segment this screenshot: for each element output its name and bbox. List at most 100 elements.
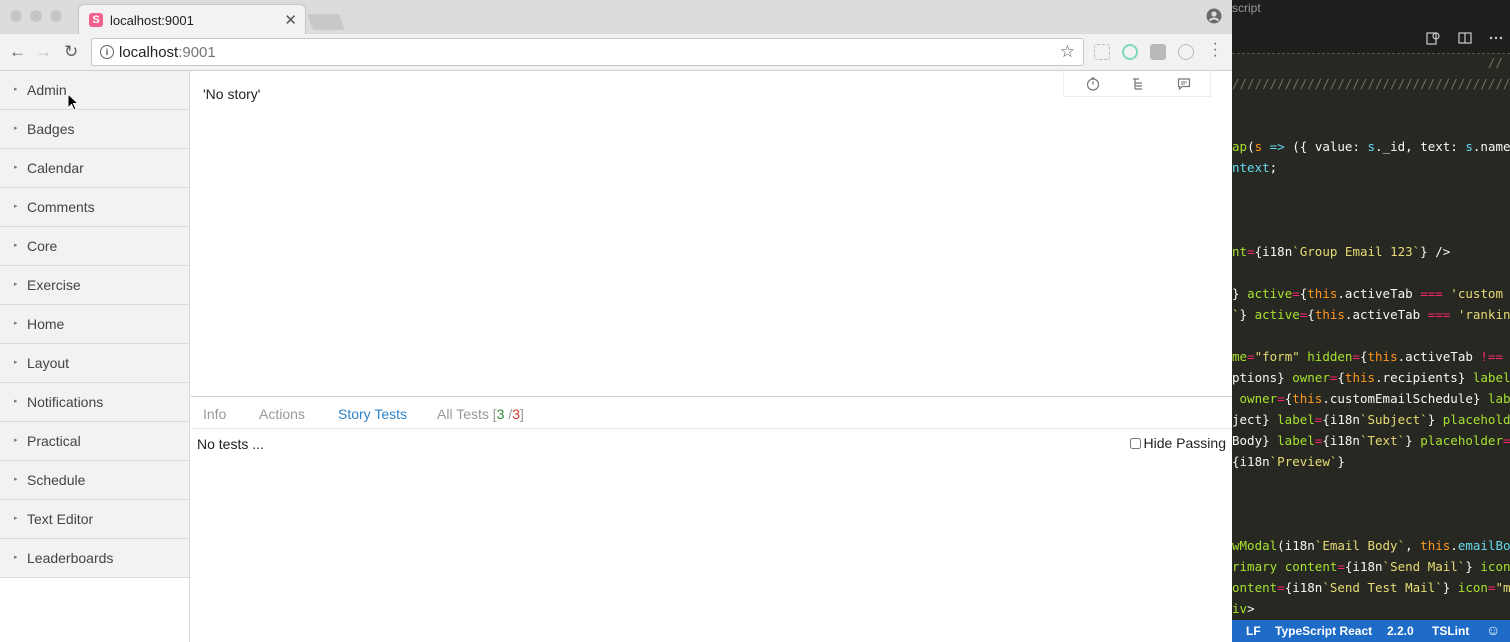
- tab-all-tests[interactable]: All Tests [3 /3]: [437, 406, 524, 422]
- more-actions-icon[interactable]: [1488, 30, 1504, 46]
- comment-icon[interactable]: [1177, 77, 1191, 91]
- split-editor-icon[interactable]: [1457, 30, 1473, 46]
- story-kind-schedule[interactable]: ▸ Schedule: [0, 461, 189, 500]
- story-kind-notifications[interactable]: ▸ Notifications: [0, 383, 189, 422]
- browser-menu-icon[interactable]: · · ·: [1213, 36, 1218, 64]
- code-line: ap(s => ({ value: s._id, text: s.name: [1232, 139, 1510, 154]
- tab-title: localhost:9001: [110, 13, 194, 28]
- status-bar: LF TypeScript React 2.2.0 TSLint ☺: [1232, 620, 1510, 642]
- addon-panel-tabs: Info Actions Story Tests All Tests [3 /3…: [191, 397, 1232, 429]
- story-kind-label: Comments: [27, 199, 95, 215]
- hide-passing-checkbox[interactable]: [1129, 438, 1141, 449]
- extension-icon[interactable]: [1094, 44, 1110, 60]
- story-kind-admin[interactable]: ▸ Admin: [0, 71, 189, 110]
- browser-tab[interactable]: S localhost:9001 ✕: [78, 4, 306, 36]
- story-kind-list: ▸ Admin ▸ Badges ▸ Calendar ▸ Comments ▸ Core ▸ Exe…: [0, 71, 189, 578]
- react-devtools-icon[interactable]: [1122, 44, 1138, 60]
- extension-icon[interactable]: [1150, 44, 1166, 60]
- component-tree-icon[interactable]: [1131, 77, 1145, 91]
- story-kind-label: Schedule: [27, 472, 86, 488]
- story-kind-text-editor[interactable]: ▸ Text Editor: [0, 500, 189, 539]
- code-line: ontent={i18n`Send Test Mail`} icon="m: [1232, 580, 1510, 595]
- story-kind-label: Text Editor: [27, 511, 94, 527]
- new-tab-button[interactable]: [307, 14, 345, 30]
- hide-passing-toggle[interactable]: Hide Passing: [1129, 435, 1226, 451]
- close-tab-icon[interactable]: ✕: [284, 11, 297, 29]
- timer-icon[interactable]: [1086, 77, 1100, 91]
- story-kind-label: Exercise: [27, 277, 81, 293]
- typescript-version[interactable]: 2.2.0: [1387, 624, 1414, 638]
- reload-icon[interactable]: ↻: [64, 42, 78, 62]
- code-line: rimary content={i18n`Send Mail`} icon: [1232, 559, 1510, 574]
- story-kind-label: Admin: [27, 82, 67, 98]
- browser-toolbar: ← → ↻ i localhost:9001 ☆ · · ·: [0, 34, 1232, 71]
- code-line: ptions} owner={this.recipients} label: [1232, 370, 1510, 385]
- story-preview: 'No story': [191, 71, 1232, 396]
- address-bar[interactable]: i localhost:9001 ☆: [91, 38, 1084, 66]
- bookmark-star-icon[interactable]: ☆: [1060, 42, 1075, 62]
- forward-arrow-icon[interactable]: →: [35, 42, 52, 62]
- story-kind-label: Leaderboards: [27, 550, 114, 566]
- expand-arrow-icon: ▸: [14, 281, 18, 288]
- code-line: ject} label={i18n`Subject`} placehold: [1232, 412, 1510, 427]
- story-kind-practical[interactable]: ▸ Practical: [0, 422, 189, 461]
- tab-actions[interactable]: Actions: [259, 406, 305, 422]
- browser-window: S localhost:9001 ✕ ← → ↻ i localhost:900…: [0, 0, 1232, 642]
- code-line: //: [1232, 55, 1503, 70]
- story-kind-badges[interactable]: ▸ Badges: [0, 110, 189, 149]
- code-line: } active={this.activeTab === 'custom: [1232, 286, 1503, 301]
- expand-arrow-icon: ▸: [14, 398, 18, 405]
- story-kind-leaderboards[interactable]: ▸ Leaderboards: [0, 539, 189, 578]
- code-line: nt={i18n`Group Email 123`} />: [1232, 244, 1451, 259]
- story-kind-label: Layout: [27, 355, 70, 371]
- story-kind-label: Calendar: [27, 160, 84, 176]
- code-line: iv>: [1232, 601, 1255, 616]
- back-arrow-icon[interactable]: ←: [9, 42, 26, 62]
- minimize-window-button[interactable]: [30, 10, 42, 22]
- code-line: //////////////////////////////////////: [1232, 76, 1510, 91]
- mouse-cursor-icon: [67, 93, 79, 111]
- extension-icon[interactable]: [1178, 44, 1194, 60]
- expand-arrow-icon: ▸: [14, 359, 18, 366]
- profile-icon[interactable]: [1206, 8, 1222, 24]
- story-kind-calendar[interactable]: ▸ Calendar: [0, 149, 189, 188]
- code-editor-window: script /////////////////////////////////…: [1232, 0, 1510, 642]
- tab-story-tests[interactable]: Story Tests: [338, 406, 407, 422]
- tab-info[interactable]: Info: [203, 406, 226, 422]
- feedback-smiley-icon[interactable]: ☺: [1486, 622, 1500, 638]
- story-kind-exercise[interactable]: ▸ Exercise: [0, 266, 189, 305]
- expand-arrow-icon: ▸: [14, 242, 18, 249]
- expand-arrow-icon: ▸: [14, 515, 18, 522]
- eol-indicator[interactable]: LF: [1246, 624, 1261, 638]
- code-line: Body} label={i18n`Text`} placeholder=: [1232, 433, 1510, 448]
- storybook-favicon-icon: S: [89, 13, 103, 27]
- no-tests-message: No tests ...: [197, 436, 264, 452]
- story-kind-comments[interactable]: ▸ Comments: [0, 188, 189, 227]
- editor-tab-bar: [1232, 22, 1510, 54]
- site-info-icon[interactable]: i: [100, 45, 114, 59]
- story-kind-label: Notifications: [27, 394, 104, 410]
- expand-arrow-icon: ▸: [14, 164, 18, 171]
- code-line: owner={this.customEmailSchedule} lab: [1239, 391, 1510, 406]
- story-kind-home[interactable]: ▸ Home: [0, 305, 189, 344]
- total-count: 3: [512, 406, 521, 422]
- linter-status[interactable]: TSLint: [1432, 624, 1469, 638]
- url-text: localhost:9001: [119, 44, 216, 61]
- expand-arrow-icon: ▸: [14, 476, 18, 483]
- expand-arrow-icon: ▸: [14, 125, 18, 132]
- story-kind-layout[interactable]: ▸ Layout: [0, 344, 189, 383]
- story-kind-core[interactable]: ▸ Core: [0, 227, 189, 266]
- zoom-window-button[interactable]: [50, 10, 62, 22]
- expand-arrow-icon: ▸: [14, 320, 18, 327]
- code-line: `} active={this.activeTab === 'rankin: [1232, 307, 1510, 322]
- close-window-button[interactable]: [10, 10, 22, 22]
- stories-sidebar: ▸ Admin ▸ Badges ▸ Calendar ▸ Comments ▸ Core ▸ Exe…: [0, 71, 190, 642]
- tab-strip: S localhost:9001 ✕: [0, 0, 1232, 36]
- story-kind-label: Practical: [27, 433, 81, 449]
- expand-arrow-icon: ▸: [14, 203, 18, 210]
- storybook-page: ▸ Admin ▸ Badges ▸ Calendar ▸ Comments ▸ Core ▸ Exe…: [0, 71, 1232, 642]
- editor-title: script: [1232, 1, 1261, 15]
- language-mode[interactable]: TypeScript React: [1275, 624, 1372, 638]
- open-changes-icon[interactable]: [1425, 30, 1441, 46]
- code-line: ntext;: [1232, 160, 1278, 175]
